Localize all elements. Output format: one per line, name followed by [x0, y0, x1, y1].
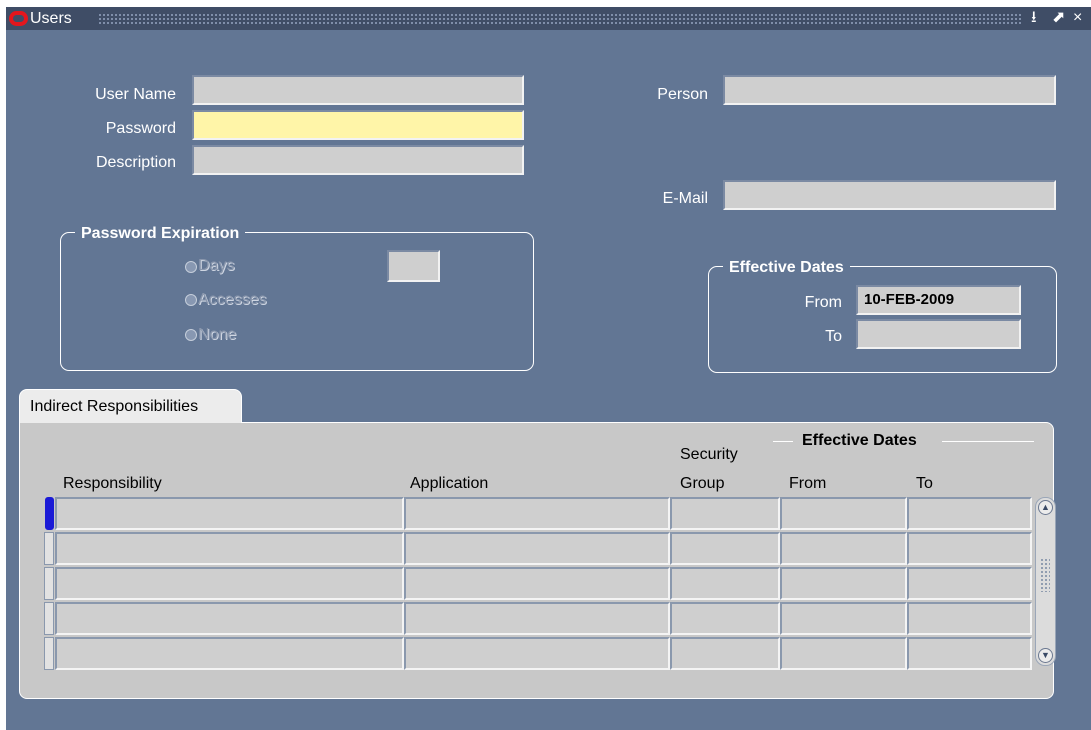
security-group-cell[interactable]: [670, 532, 780, 565]
application-cell[interactable]: [404, 497, 670, 530]
row-indicator[interactable]: [44, 637, 54, 670]
responsibility-cell[interactable]: [55, 567, 404, 600]
responsibility-cell[interactable]: [55, 532, 404, 565]
security-group-column-header-line2: Group: [680, 475, 725, 492]
accesses-radio[interactable]: [185, 294, 197, 306]
responsibility-cell[interactable]: [55, 602, 404, 635]
to-cell[interactable]: [907, 532, 1032, 565]
password-expiration-title: Password Expiration: [75, 224, 246, 244]
accesses-radio-label[interactable]: Accesses: [198, 290, 266, 310]
responsibility-column-header: Responsibility: [63, 475, 162, 492]
current-row-indicator[interactable]: [45, 497, 54, 530]
user-name-field[interactable]: [192, 75, 524, 105]
person-label: Person: [657, 86, 708, 103]
security-group-cell[interactable]: [670, 602, 780, 635]
to-column-header: To: [916, 475, 933, 492]
title-bar[interactable]: Users ⭳ ⬈ ×: [6, 7, 1091, 30]
application-cell[interactable]: [404, 532, 670, 565]
table-scrollbar[interactable]: ▲ ▼: [1035, 497, 1056, 666]
row-indicator[interactable]: [44, 567, 54, 600]
from-cell[interactable]: [780, 602, 907, 635]
table-effective-dates-header: Effective Dates: [802, 432, 917, 449]
to-cell[interactable]: [907, 497, 1032, 530]
user-name-label: User Name: [95, 86, 176, 103]
responsibility-cell[interactable]: [55, 637, 404, 670]
security-group-cell[interactable]: [670, 497, 780, 530]
from-cell[interactable]: [780, 637, 907, 670]
effective-dates-header-rule-right: [942, 441, 1034, 442]
security-group-column-header-line1: Security: [680, 446, 738, 463]
close-icon[interactable]: ×: [1073, 8, 1082, 28]
effective-dates-header-rule-left: [773, 441, 793, 442]
email-field[interactable]: [723, 180, 1056, 210]
row-indicator[interactable]: [44, 602, 54, 635]
title-bar-pattern: [98, 13, 1022, 24]
application-cell[interactable]: [404, 602, 670, 635]
none-radio-label[interactable]: None: [198, 325, 236, 345]
description-label: Description: [95, 154, 176, 171]
password-expiration-group: [60, 232, 534, 371]
password-field[interactable]: [192, 110, 524, 140]
application-column-header: Application: [410, 475, 489, 492]
days-field[interactable]: [387, 250, 440, 282]
email-label: E-Mail: [662, 190, 708, 207]
password-label: Password: [105, 120, 176, 137]
row-indicator[interactable]: [44, 532, 54, 565]
scroll-grip[interactable]: [1040, 558, 1050, 592]
security-group-cell[interactable]: [670, 567, 780, 600]
application-cell[interactable]: [404, 567, 670, 600]
window-title: Users: [30, 10, 72, 27]
to-cell[interactable]: [907, 602, 1032, 635]
to-label: To: [825, 328, 842, 345]
effective-dates-title: Effective Dates: [723, 258, 850, 278]
days-radio[interactable]: [185, 261, 197, 273]
oracle-logo-icon: [9, 11, 28, 26]
person-field[interactable]: [723, 75, 1056, 105]
days-radio-label[interactable]: Days: [198, 256, 234, 276]
scroll-up-icon[interactable]: ▲: [1038, 500, 1053, 515]
from-label: From: [804, 294, 842, 311]
description-field[interactable]: [192, 145, 524, 175]
scroll-down-icon[interactable]: ▼: [1038, 648, 1053, 663]
responsibility-cell[interactable]: [55, 497, 404, 530]
from-column-header: From: [789, 475, 827, 492]
application-cell[interactable]: [404, 637, 670, 670]
from-date-field[interactable]: 10-FEB-2009: [856, 285, 1021, 315]
to-cell[interactable]: [907, 637, 1032, 670]
to-date-field[interactable]: [856, 319, 1021, 349]
maximize-icon[interactable]: ⬈: [1052, 8, 1065, 28]
from-cell[interactable]: [780, 532, 907, 565]
to-cell[interactable]: [907, 567, 1032, 600]
security-group-cell[interactable]: [670, 637, 780, 670]
none-radio[interactable]: [185, 329, 197, 341]
minimize-icon[interactable]: ⭳: [1031, 8, 1037, 28]
from-cell[interactable]: [780, 497, 907, 530]
from-cell[interactable]: [780, 567, 907, 600]
tab-indirect-responsibilities[interactable]: Indirect Responsibilities: [19, 389, 242, 423]
